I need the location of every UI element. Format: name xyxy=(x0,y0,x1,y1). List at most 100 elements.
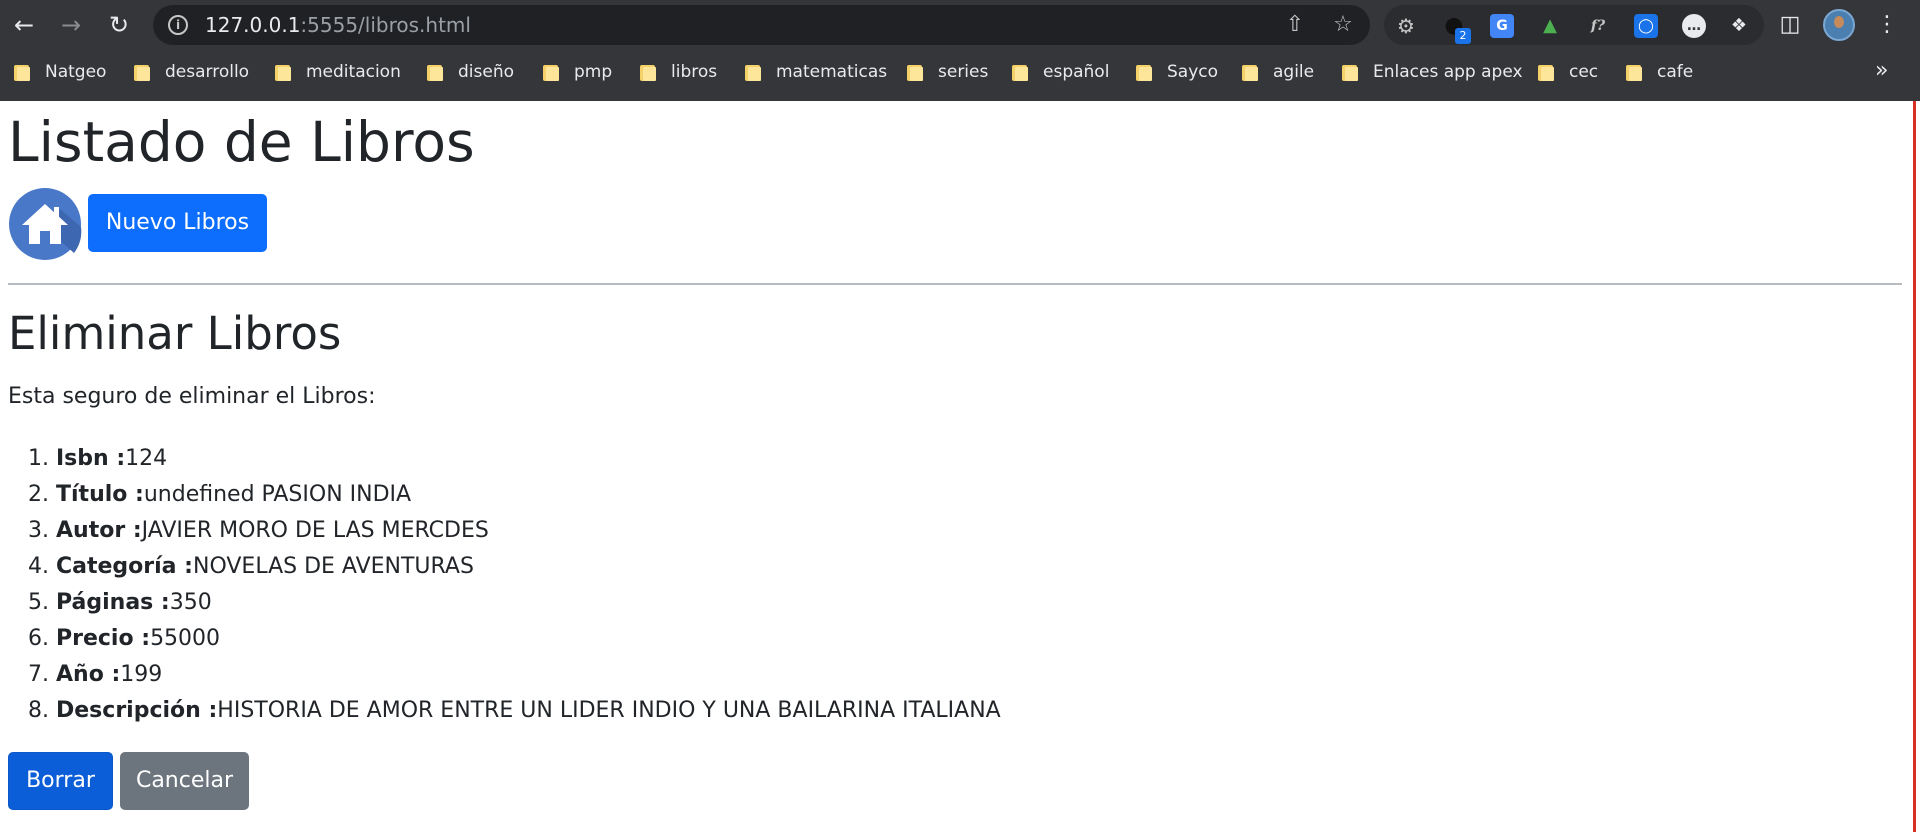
divider xyxy=(8,283,1902,285)
bookmark-label: desarrollo xyxy=(165,62,250,82)
section-title: Eliminar Libros xyxy=(8,307,342,360)
folder-icon xyxy=(427,64,444,81)
delete-button[interactable]: Borrar xyxy=(8,752,113,810)
confirm-text: Esta seguro de eliminar el Libros: xyxy=(8,384,376,409)
detail-key: Precio : xyxy=(56,626,151,651)
detail-value: NOVELAS DE AVENTURAS xyxy=(192,554,474,579)
side-panel-icon[interactable]: ◫ xyxy=(1776,11,1804,39)
list-item: 1. Isbn :124 xyxy=(28,441,1001,477)
formula-extension-icon[interactable]: f? xyxy=(1586,14,1610,38)
bookmark-cec[interactable]: cec xyxy=(1538,60,1598,84)
bookmark-espanol[interactable]: español xyxy=(1012,60,1109,84)
list-item: 4. Categoría : NOVELAS DE AVENTURAS xyxy=(28,549,1001,585)
detail-key: Título : xyxy=(56,482,144,507)
bookmark-desarrollo[interactable]: desarrollo xyxy=(134,60,249,84)
bookmark-pmp[interactable]: pmp xyxy=(543,60,612,84)
list-item: 5. Páginas :350 xyxy=(28,585,1001,621)
list-item: 3. Autor : JAVIER MORO DE LAS MERCDES xyxy=(28,513,1001,549)
list-number: 2. xyxy=(28,482,49,507)
list-item: 2. Título : undefined PASION INDIA xyxy=(28,477,1001,513)
bookmark-agile[interactable]: agile xyxy=(1242,60,1314,84)
detail-value: 124 xyxy=(125,446,168,471)
bookmark-label: meditacion xyxy=(306,62,401,82)
detail-key: Año : xyxy=(56,662,121,687)
page-title: Listado de Libros xyxy=(8,110,475,174)
bookmark-libros[interactable]: libros xyxy=(640,60,717,84)
detail-key: Descripción : xyxy=(56,698,218,723)
folder-icon xyxy=(543,64,560,81)
detail-value: undefined PASION INDIA xyxy=(143,482,412,507)
bookmark-natgeo[interactable]: Natgeo xyxy=(14,60,106,84)
list-number: 1. xyxy=(28,446,49,471)
browser-toolbar: ← → ↻ i 127.0.0.1:5555/libros.html ⇧ ☆ ⚙… xyxy=(0,0,1920,49)
detail-key: Isbn : xyxy=(56,446,126,471)
shield-extension-icon[interactable]: ◯ xyxy=(1634,14,1658,38)
avatar[interactable] xyxy=(1823,9,1855,41)
folder-icon xyxy=(275,64,292,81)
book-details-list: 1. Isbn :124 2. Título : undefined PASION I… xyxy=(28,441,1001,729)
detail-value: JAVIER MORO DE LAS MERCDES xyxy=(141,518,489,543)
browser-chrome: ← → ↻ i 127.0.0.1:5555/libros.html ⇧ ☆ ⚙… xyxy=(0,0,1920,101)
new-book-button[interactable]: Nuevo Libros xyxy=(88,194,267,252)
folder-icon xyxy=(134,64,151,81)
page-content: Listado de Libros Nuevo Libros Eliminar … xyxy=(0,101,1906,832)
detail-value: HISTORIA DE AMOR ENTRE UN LIDER INDIO Y … xyxy=(217,698,1001,723)
kebab-menu-icon[interactable]: ⋮ xyxy=(1873,11,1901,39)
star-icon[interactable]: ☆ xyxy=(1331,13,1355,37)
extension-badge: 2 xyxy=(1455,28,1471,44)
url-host: 127.0.0.1 xyxy=(205,13,301,37)
bookmark-label: cafe xyxy=(1657,62,1694,82)
list-item: 6. Precio :55000 xyxy=(28,621,1001,657)
list-number: 5. xyxy=(28,590,49,615)
list-number: 7. xyxy=(28,662,49,687)
folder-icon xyxy=(907,64,924,81)
puzzle-icon[interactable]: ❖ xyxy=(1727,14,1751,38)
list-number: 6. xyxy=(28,626,49,651)
home-icon[interactable] xyxy=(8,187,82,261)
folder-icon xyxy=(640,64,657,81)
url-text[interactable]: 127.0.0.1:5555/libros.html xyxy=(205,14,471,36)
bookmark-series[interactable]: series xyxy=(907,60,988,84)
face-extension-icon[interactable]: … xyxy=(1682,14,1706,38)
forward-arrow-icon[interactable]: → xyxy=(58,12,84,38)
bookmarks-bar: Natgeo desarrollo meditacion diseño pmp … xyxy=(0,52,1920,92)
gear-extension-icon[interactable]: ⚙ xyxy=(1394,14,1418,38)
folder-icon xyxy=(1136,64,1153,81)
list-number: 4. xyxy=(28,554,49,579)
folder-icon xyxy=(1012,64,1029,81)
url-path: :5555/libros.html xyxy=(300,13,471,37)
bookmarks-overflow-button[interactable]: » xyxy=(1875,58,1888,83)
bookmark-label: español xyxy=(1043,62,1110,82)
folder-icon xyxy=(1626,64,1643,81)
bookmark-label: Natgeo xyxy=(45,62,107,82)
bookmark-label: cec xyxy=(1569,62,1599,82)
info-icon[interactable]: i xyxy=(168,15,188,35)
detail-value: 199 xyxy=(120,662,163,687)
bookmark-enlaces-app-apex[interactable]: Enlaces app apex xyxy=(1342,60,1523,84)
bookmark-diseno[interactable]: diseño xyxy=(427,60,514,84)
bookmark-sayco[interactable]: Sayco xyxy=(1136,60,1218,84)
list-item: 7. Año :199 xyxy=(28,657,1001,693)
translate-extension-icon[interactable]: G xyxy=(1490,14,1514,38)
share-icon[interactable]: ⇧ xyxy=(1283,13,1307,37)
reload-icon[interactable]: ↻ xyxy=(106,12,132,38)
cancel-button[interactable]: Cancelar xyxy=(120,752,249,810)
detail-key: Autor : xyxy=(56,518,142,543)
bookmark-matematicas[interactable]: matematicas xyxy=(745,60,887,84)
back-arrow-icon[interactable]: ← xyxy=(11,12,37,38)
bookmark-label: pmp xyxy=(574,62,613,82)
list-number: 3. xyxy=(28,518,49,543)
bookmark-meditacion[interactable]: meditacion xyxy=(275,60,401,84)
bookmark-cafe[interactable]: cafe xyxy=(1626,60,1693,84)
folder-icon xyxy=(14,64,31,81)
extensions-strip: ⚙ ● G ▲ f? ◯ … ❖ xyxy=(1384,5,1764,45)
detail-value: 55000 xyxy=(150,626,221,651)
address-bar[interactable]: i 127.0.0.1:5555/libros.html ⇧ ☆ xyxy=(153,5,1370,45)
tree-extension-icon[interactable]: ▲ xyxy=(1538,14,1562,38)
detail-key: Páginas : xyxy=(56,590,170,615)
bookmark-label: agile xyxy=(1273,62,1315,82)
bookmark-label: matematicas xyxy=(776,62,888,82)
list-item: 8. Descripción : HISTORIA DE AMOR ENTRE UN… xyxy=(28,693,1001,729)
detail-value: 350 xyxy=(169,590,212,615)
folder-icon xyxy=(1242,64,1259,81)
